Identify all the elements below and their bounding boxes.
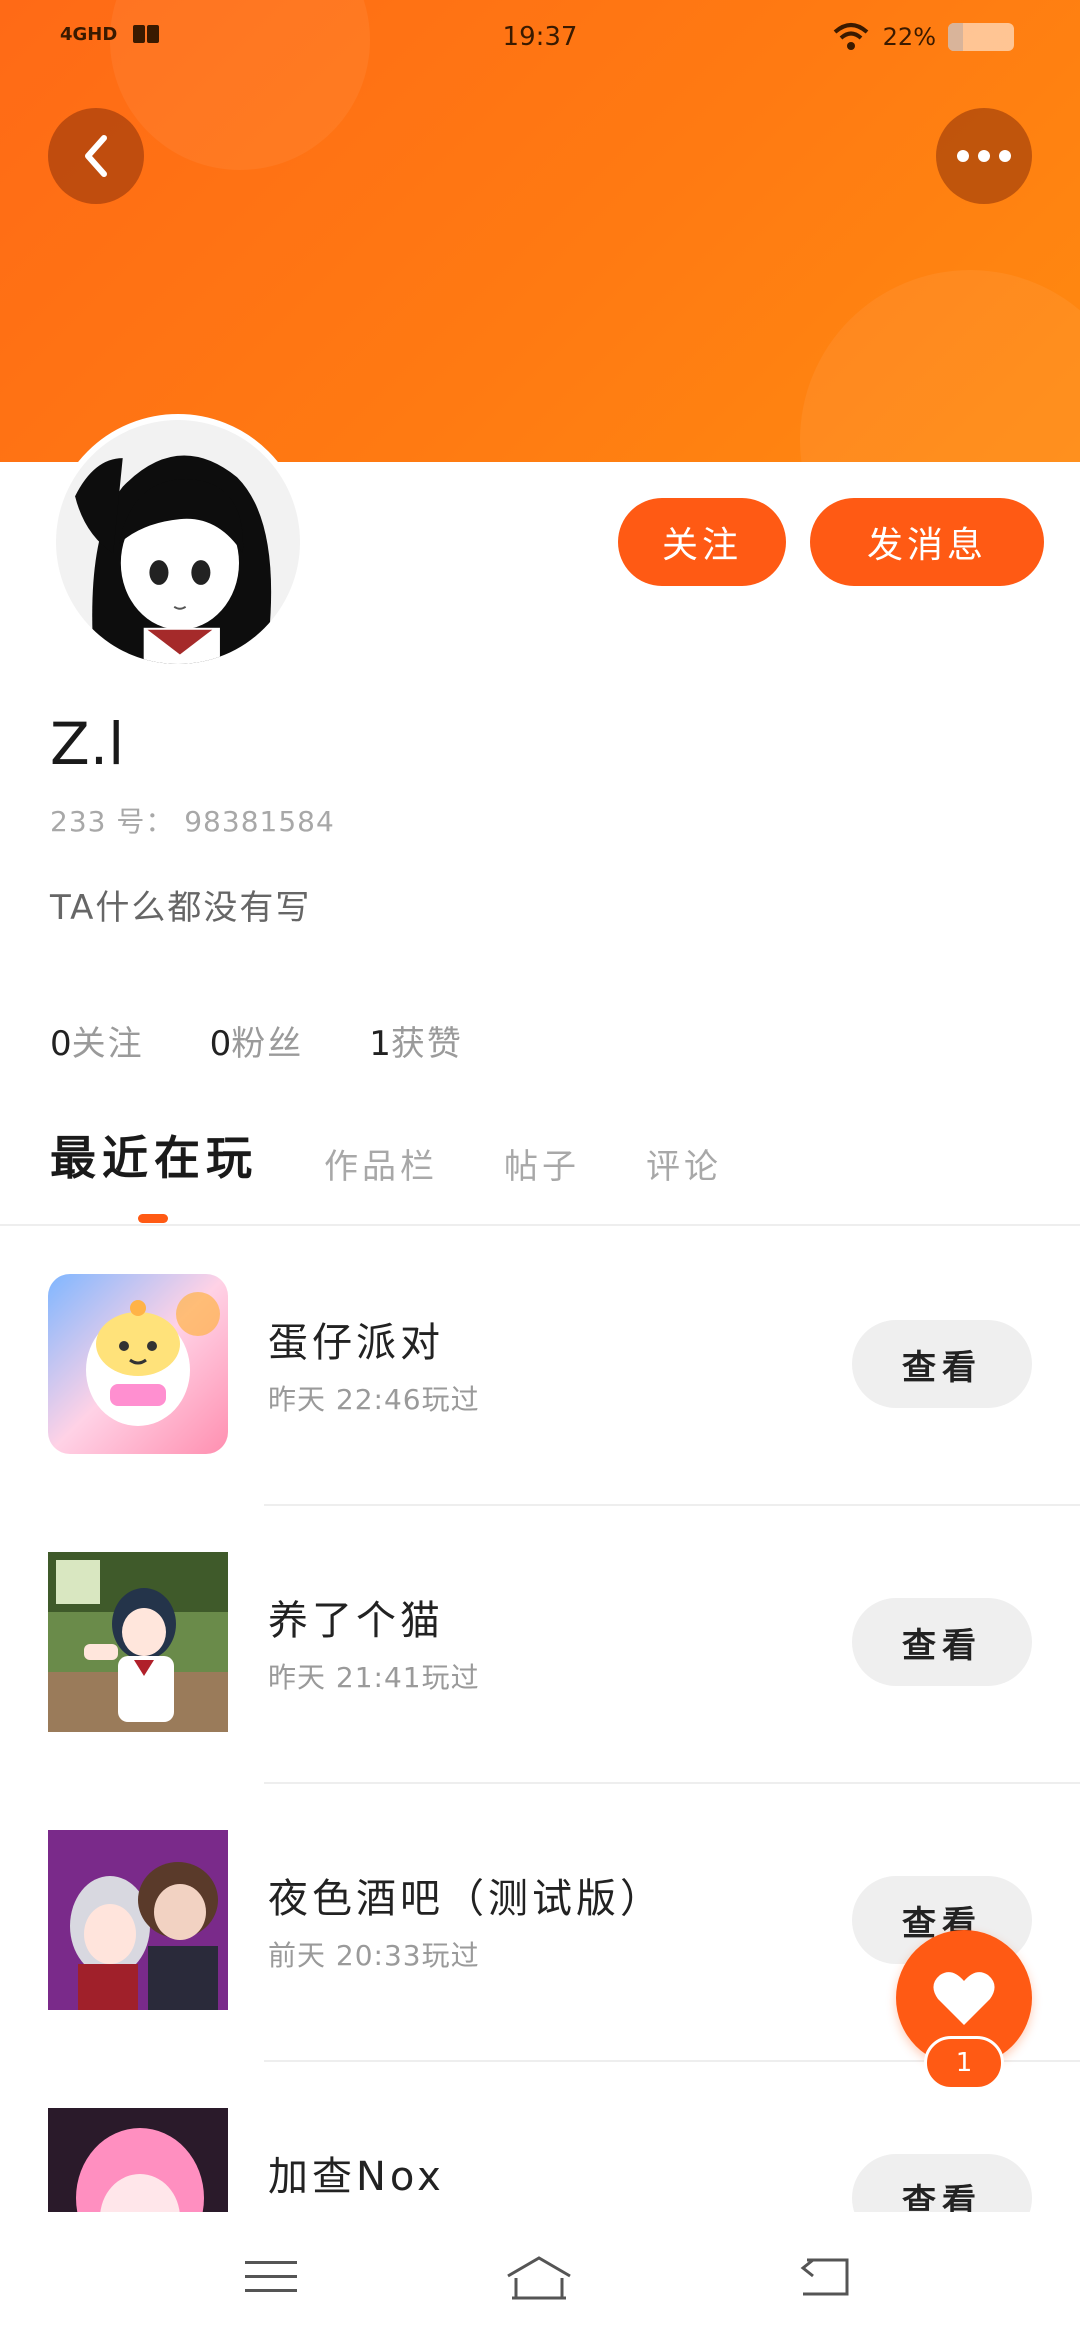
game-last-played: 前天 20:33玩过 <box>268 1939 480 1972</box>
tab-comments[interactable]: 评论 <box>646 1139 722 1194</box>
stat-label: 关注 <box>71 1024 144 1064</box>
game-thumbnail[interactable] <box>48 1274 228 1454</box>
more-dots-icon <box>957 150 1011 162</box>
like-count-badge: 1 <box>924 2036 1004 2090</box>
game-title: 蛋仔派对 <box>268 1320 444 1366</box>
view-button[interactable]: 查看 <box>852 1320 1032 1408</box>
game-title: 夜色酒吧（测试版） <box>268 1876 664 1922</box>
heart-icon <box>933 1972 995 2025</box>
game-title: 养了个猫 <box>268 1598 444 1644</box>
stat-label: 粉丝 <box>231 1024 304 1064</box>
profile-tabs: 最近在玩 作品栏 帖子 评论 <box>50 1122 788 1194</box>
send-message-button[interactable]: 发消息 <box>810 498 1044 586</box>
avatar-image <box>56 420 300 664</box>
divider <box>0 1224 1080 1226</box>
battery-percent: 22% <box>882 23 936 51</box>
back-button[interactable] <box>48 108 144 204</box>
chevron-left-icon <box>85 135 107 177</box>
more-options-button[interactable] <box>936 108 1032 204</box>
stat-following[interactable]: 0关注 <box>50 1016 144 1065</box>
profile-stats: 0关注 0粉丝 1获赞 <box>50 1016 529 1065</box>
game-thumbnail[interactable] <box>48 1552 228 1732</box>
list-item[interactable]: 养了个猫 昨天 21:41玩过 查看 <box>0 1552 1080 1830</box>
user-bio: TA什么都没有写 <box>50 888 312 928</box>
stat-number: 0 <box>209 1024 232 1064</box>
profile-banner: 4GHD 19:37 22% <box>0 0 1080 462</box>
stat-label: 获赞 <box>390 1024 463 1064</box>
stat-number: 1 <box>369 1024 391 1064</box>
banner-decoration <box>800 270 1080 462</box>
game-thumbnail[interactable] <box>48 2108 228 2212</box>
avatar[interactable] <box>50 414 306 670</box>
system-nav-bar <box>0 2212 1080 2340</box>
back-icon[interactable] <box>790 2252 860 2302</box>
follow-button[interactable]: 关注 <box>618 498 786 586</box>
tab-posts[interactable]: 帖子 <box>504 1139 580 1194</box>
game-thumbnail[interactable] <box>48 1830 228 2010</box>
stat-fans[interactable]: 0粉丝 <box>210 1016 304 1065</box>
wifi-icon <box>833 23 868 50</box>
game-icon-gacha-nox <box>48 2108 228 2212</box>
menu-icon[interactable] <box>236 2252 306 2302</box>
game-icon-cat <box>48 1552 228 1732</box>
battery-icon <box>948 23 1014 51</box>
view-button[interactable]: 查看 <box>852 2154 1032 2212</box>
game-title: 加查Nox <box>268 2154 445 2200</box>
stat-number: 0 <box>50 1024 72 1064</box>
home-icon[interactable] <box>504 2252 574 2302</box>
divider <box>264 1782 1080 1784</box>
tab-works[interactable]: 作品栏 <box>324 1139 438 1194</box>
game-last-played: 昨天 21:41玩过 <box>268 1661 480 1694</box>
battery-fill <box>948 23 963 51</box>
game-icon-night-bar <box>48 1830 228 2010</box>
status-bar: 4GHD 19:37 22% <box>0 0 1080 80</box>
user-nickname: Z.l <box>50 710 125 778</box>
list-item[interactable]: 蛋仔派对 昨天 22:46玩过 查看 <box>0 1274 1080 1552</box>
game-last-played: 昨天 22:46玩过 <box>268 1383 480 1416</box>
user-id: 233 号： 98381584 <box>50 805 335 838</box>
stat-likes[interactable]: 1获赞 <box>369 1016 463 1065</box>
tab-recently-played[interactable]: 最近在玩 <box>50 1122 258 1194</box>
game-icon-eggy-party <box>48 1274 228 1454</box>
tab-active-indicator <box>138 1214 168 1223</box>
divider <box>264 1504 1080 1506</box>
view-button[interactable]: 查看 <box>852 1598 1032 1686</box>
list-item[interactable]: 加查Nox 查看 <box>0 2108 1080 2212</box>
